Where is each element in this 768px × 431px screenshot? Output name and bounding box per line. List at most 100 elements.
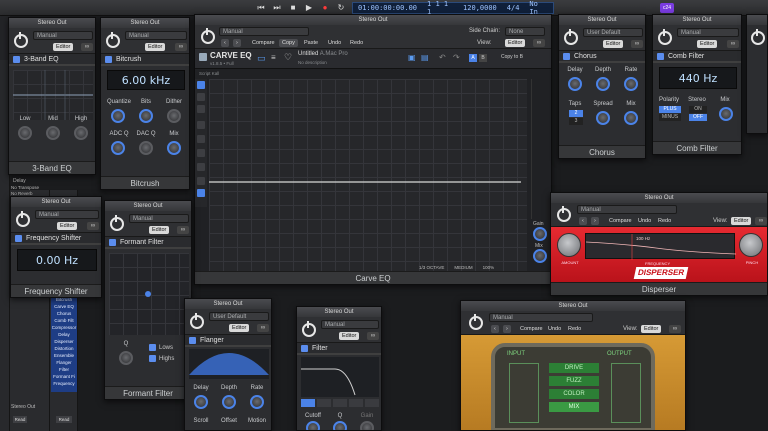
ab-b-button[interactable]: B — [479, 54, 487, 62]
link-icon[interactable]: ∞ — [81, 43, 93, 51]
power-icon[interactable] — [14, 32, 28, 48]
ab-a-button[interactable]: A — [469, 54, 477, 62]
compare-button[interactable]: Compare — [249, 39, 278, 47]
heart-icon[interactable]: ♡ — [284, 52, 292, 63]
previous-preset-button[interactable]: ‹ — [579, 217, 587, 225]
next-preset-button[interactable]: › — [503, 325, 511, 333]
view-editor-button[interactable]: Editor — [229, 324, 250, 332]
resolution-select[interactable]: 1/3 OCTAVE — [419, 265, 444, 270]
line-tool-icon[interactable] — [197, 105, 205, 113]
delay-knob[interactable] — [568, 77, 582, 91]
undo-icon[interactable]: ↶ — [439, 53, 446, 62]
next-preset-button[interactable]: › — [591, 217, 599, 225]
power-icon[interactable] — [751, 29, 765, 45]
plugin-menu-item[interactable]: Delay — [51, 331, 77, 338]
gain-knob[interactable] — [360, 421, 374, 430]
stereo-on-option[interactable]: ON — [689, 106, 707, 113]
taps-2-option[interactable]: 2 — [569, 110, 583, 117]
spread-knob[interactable] — [596, 111, 610, 125]
dither-knob[interactable] — [167, 109, 181, 123]
preset-select[interactable]: Manual — [577, 205, 677, 214]
enable-checkbox[interactable] — [657, 52, 664, 60]
folder-icon[interactable]: ▭ — [257, 53, 266, 64]
save-icon[interactable]: ▣ — [408, 53, 416, 62]
filter-response-display[interactable] — [301, 357, 379, 397]
rate-knob[interactable] — [250, 395, 264, 409]
filter-type-option[interactable] — [333, 399, 347, 407]
power-icon[interactable] — [557, 206, 571, 222]
preset-select[interactable]: Manual — [129, 214, 189, 223]
quantize-knob[interactable] — [111, 109, 125, 123]
preset-select[interactable]: Manual — [33, 31, 93, 40]
copy-button[interactable]: Copy — [279, 39, 298, 47]
plugin-menu-item[interactable]: Carve EQ — [51, 303, 77, 310]
view-editor-button[interactable]: Editor — [53, 43, 74, 51]
mix-knob[interactable] — [167, 141, 181, 155]
enable-checkbox[interactable] — [563, 52, 570, 60]
power-icon[interactable] — [658, 29, 672, 45]
dac-q-knob[interactable] — [139, 141, 153, 155]
mix-knob[interactable] — [719, 107, 733, 121]
mid-knob[interactable] — [46, 126, 60, 140]
enable-checkbox[interactable] — [189, 336, 196, 344]
preset-select[interactable]: User Default — [209, 312, 269, 321]
link-icon[interactable]: ∞ — [175, 43, 187, 51]
high-knob[interactable] — [74, 126, 88, 140]
previous-preset-button[interactable]: ‹ — [491, 325, 499, 333]
record-icon[interactable]: ● — [320, 3, 330, 13]
hand-tool-icon[interactable] — [197, 149, 205, 157]
plugin-menu-item[interactable]: Frequency — [51, 380, 77, 387]
enable-checkbox[interactable] — [15, 234, 22, 242]
color-button[interactable]: COLOR — [549, 389, 599, 399]
view-editor-button[interactable]: Editor — [57, 222, 78, 230]
settings-tool-icon[interactable] — [197, 189, 205, 197]
plugin-menu-item[interactable]: Filter — [51, 366, 77, 373]
depth-knob[interactable] — [222, 395, 236, 409]
pointer-tool-icon[interactable] — [197, 81, 205, 89]
drive-button[interactable]: DRIVE — [549, 363, 599, 373]
view-editor-button[interactable]: Editor — [641, 325, 662, 333]
play-icon[interactable]: ▶ — [304, 3, 314, 13]
filter-type-option[interactable] — [317, 399, 331, 407]
link-icon[interactable]: ∞ — [727, 40, 739, 48]
link-icon[interactable]: ∞ — [177, 226, 189, 234]
power-icon[interactable] — [564, 29, 578, 45]
mix-button[interactable]: MIX — [549, 402, 599, 412]
polarity-minus-option[interactable]: MINUS — [659, 114, 681, 121]
enable-checkbox[interactable] — [301, 344, 308, 352]
stereo-off-option[interactable]: OFF — [689, 114, 707, 121]
power-icon[interactable] — [110, 215, 124, 231]
paste-button[interactable]: Paste — [301, 39, 321, 47]
taps-3-option[interactable]: 3 — [569, 118, 583, 125]
link-icon[interactable]: ∞ — [87, 222, 99, 230]
depth-knob[interactable] — [596, 77, 610, 91]
link-icon[interactable]: ∞ — [631, 40, 643, 48]
link-icon[interactable]: ∞ — [257, 324, 269, 332]
speed-select[interactable]: MEDIUM — [454, 265, 472, 270]
plugin-menu-item[interactable]: Flanger — [51, 359, 77, 366]
link-icon[interactable]: ∞ — [533, 39, 545, 47]
low-knob[interactable] — [18, 126, 32, 140]
erase-tool-icon[interactable] — [197, 135, 205, 143]
power-icon[interactable] — [190, 313, 204, 329]
side-chain-select[interactable]: None — [505, 27, 545, 36]
eq-editor-canvas[interactable] — [209, 79, 527, 271]
stop-icon[interactable]: ■ — [288, 3, 298, 13]
view-editor-button[interactable]: Editor — [731, 217, 752, 225]
view-editor-button[interactable]: Editor — [697, 40, 718, 48]
save-as-icon[interactable]: ▤ — [421, 53, 429, 62]
undo-button[interactable]: Undo — [635, 217, 654, 225]
view-editor-button[interactable]: Editor — [505, 39, 526, 47]
filter-type-option[interactable] — [301, 399, 315, 407]
preset-select[interactable]: Manual — [219, 27, 309, 36]
q-knob[interactable] — [119, 351, 133, 365]
preset-select[interactable]: Manual — [35, 210, 99, 219]
enable-checkbox[interactable] — [105, 55, 112, 63]
plugin-menu-item[interactable]: Chorus — [51, 310, 77, 317]
filter-type-option[interactable] — [349, 399, 363, 407]
highs-option[interactable]: Highs — [149, 355, 174, 362]
fuzz-button[interactable]: FUZZ — [549, 376, 599, 386]
rewind-icon[interactable]: ⏮ — [256, 3, 266, 13]
formant-handle[interactable] — [145, 291, 151, 297]
plugin-menu-item[interactable]: Compressor — [51, 324, 77, 331]
